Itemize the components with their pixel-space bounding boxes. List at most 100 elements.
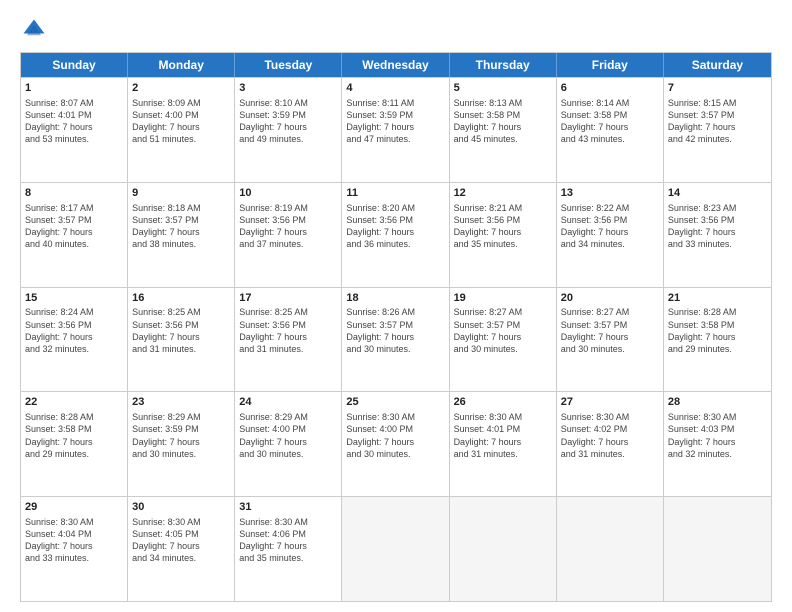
day-number: 17 (239, 291, 337, 306)
day-info-line: Sunset: 4:06 PM (239, 528, 337, 540)
calendar-cell (664, 497, 771, 601)
day-info-line: Sunrise: 8:27 AM (561, 306, 659, 318)
calendar-cell: 12Sunrise: 8:21 AMSunset: 3:56 PMDayligh… (450, 183, 557, 287)
day-number: 1 (25, 81, 123, 96)
day-info-line: Daylight: 7 hours (454, 121, 552, 133)
day-info-line: and 34 minutes. (132, 552, 230, 564)
day-info-line: Sunset: 3:56 PM (239, 214, 337, 226)
calendar-cell: 27Sunrise: 8:30 AMSunset: 4:02 PMDayligh… (557, 392, 664, 496)
day-info-line: and 49 minutes. (239, 133, 337, 145)
calendar-header-row: SundayMondayTuesdayWednesdayThursdayFrid… (21, 53, 771, 77)
calendar-week: 22Sunrise: 8:28 AMSunset: 3:58 PMDayligh… (21, 391, 771, 496)
calendar-cell (557, 497, 664, 601)
day-info-line: Daylight: 7 hours (25, 540, 123, 552)
day-info-line: Sunset: 3:56 PM (668, 214, 767, 226)
day-info-line: Sunset: 3:58 PM (454, 109, 552, 121)
day-info-line: and 36 minutes. (346, 238, 444, 250)
day-info-line: Sunrise: 8:24 AM (25, 306, 123, 318)
day-info-line: Sunset: 4:05 PM (132, 528, 230, 540)
day-info-line: Sunrise: 8:22 AM (561, 202, 659, 214)
calendar-cell: 18Sunrise: 8:26 AMSunset: 3:57 PMDayligh… (342, 288, 449, 392)
day-info-line: Daylight: 7 hours (346, 331, 444, 343)
day-info-line: Sunset: 3:56 PM (346, 214, 444, 226)
day-info-line: Sunset: 3:59 PM (239, 109, 337, 121)
calendar-header-cell: Wednesday (342, 53, 449, 77)
day-info-line: Daylight: 7 hours (454, 226, 552, 238)
day-number: 28 (668, 395, 767, 410)
calendar-cell: 2Sunrise: 8:09 AMSunset: 4:00 PMDaylight… (128, 78, 235, 182)
day-info-line: and 31 minutes. (561, 448, 659, 460)
day-info-line: and 33 minutes. (25, 552, 123, 564)
day-info-line: Sunset: 4:02 PM (561, 423, 659, 435)
day-info-line: Sunrise: 8:18 AM (132, 202, 230, 214)
day-number: 22 (25, 395, 123, 410)
day-number: 16 (132, 291, 230, 306)
calendar-cell: 15Sunrise: 8:24 AMSunset: 3:56 PMDayligh… (21, 288, 128, 392)
day-number: 11 (346, 186, 444, 201)
day-info-line: Sunset: 3:57 PM (25, 214, 123, 226)
day-number: 29 (25, 500, 123, 515)
calendar-header-cell: Monday (128, 53, 235, 77)
day-number: 31 (239, 500, 337, 515)
calendar-cell: 19Sunrise: 8:27 AMSunset: 3:57 PMDayligh… (450, 288, 557, 392)
day-info-line: Daylight: 7 hours (239, 226, 337, 238)
day-info-line: Daylight: 7 hours (25, 436, 123, 448)
day-number: 10 (239, 186, 337, 201)
calendar-header-cell: Thursday (450, 53, 557, 77)
day-number: 2 (132, 81, 230, 96)
day-info-line: Sunset: 3:56 PM (25, 319, 123, 331)
calendar-header-cell: Saturday (664, 53, 771, 77)
day-number: 12 (454, 186, 552, 201)
calendar-cell: 13Sunrise: 8:22 AMSunset: 3:56 PMDayligh… (557, 183, 664, 287)
day-info-line: Daylight: 7 hours (239, 540, 337, 552)
day-info-line: Sunrise: 8:21 AM (454, 202, 552, 214)
calendar-cell: 24Sunrise: 8:29 AMSunset: 4:00 PMDayligh… (235, 392, 342, 496)
day-info-line: Sunset: 4:00 PM (346, 423, 444, 435)
day-info-line: and 31 minutes. (454, 448, 552, 460)
day-info-line: Daylight: 7 hours (346, 226, 444, 238)
day-info-line: Daylight: 7 hours (561, 121, 659, 133)
calendar-cell: 28Sunrise: 8:30 AMSunset: 4:03 PMDayligh… (664, 392, 771, 496)
day-info-line: Sunrise: 8:30 AM (346, 411, 444, 423)
day-number: 4 (346, 81, 444, 96)
calendar-header-cell: Tuesday (235, 53, 342, 77)
day-number: 23 (132, 395, 230, 410)
page: SundayMondayTuesdayWednesdayThursdayFrid… (0, 0, 792, 612)
calendar-cell: 4Sunrise: 8:11 AMSunset: 3:59 PMDaylight… (342, 78, 449, 182)
calendar-body: 1Sunrise: 8:07 AMSunset: 4:01 PMDaylight… (21, 77, 771, 601)
day-number: 15 (25, 291, 123, 306)
day-info-line: Daylight: 7 hours (239, 436, 337, 448)
day-info-line: Daylight: 7 hours (132, 121, 230, 133)
day-info-line: Daylight: 7 hours (132, 436, 230, 448)
day-info-line: Sunset: 3:58 PM (561, 109, 659, 121)
day-info-line: and 32 minutes. (25, 343, 123, 355)
day-number: 6 (561, 81, 659, 96)
day-number: 26 (454, 395, 552, 410)
day-info-line: Sunrise: 8:17 AM (25, 202, 123, 214)
calendar-cell: 26Sunrise: 8:30 AMSunset: 4:01 PMDayligh… (450, 392, 557, 496)
day-info-line: Daylight: 7 hours (561, 436, 659, 448)
calendar-cell: 5Sunrise: 8:13 AMSunset: 3:58 PMDaylight… (450, 78, 557, 182)
calendar-cell: 29Sunrise: 8:30 AMSunset: 4:04 PMDayligh… (21, 497, 128, 601)
day-info-line: Sunrise: 8:26 AM (346, 306, 444, 318)
day-info-line: Sunrise: 8:30 AM (561, 411, 659, 423)
calendar-cell: 30Sunrise: 8:30 AMSunset: 4:05 PMDayligh… (128, 497, 235, 601)
day-info-line: Sunset: 3:56 PM (132, 319, 230, 331)
day-info-line: Sunrise: 8:29 AM (132, 411, 230, 423)
day-info-line: and 30 minutes. (346, 343, 444, 355)
day-info-line: Sunrise: 8:28 AM (25, 411, 123, 423)
day-number: 3 (239, 81, 337, 96)
day-info-line: and 47 minutes. (346, 133, 444, 145)
calendar-cell: 1Sunrise: 8:07 AMSunset: 4:01 PMDaylight… (21, 78, 128, 182)
day-number: 27 (561, 395, 659, 410)
day-info-line: Sunset: 4:01 PM (454, 423, 552, 435)
day-info-line: and 29 minutes. (668, 343, 767, 355)
day-info-line: Sunrise: 8:25 AM (132, 306, 230, 318)
day-info-line: Sunset: 3:57 PM (561, 319, 659, 331)
day-info-line: Sunset: 4:03 PM (668, 423, 767, 435)
day-info-line: Sunset: 4:00 PM (132, 109, 230, 121)
day-info-line: Sunrise: 8:29 AM (239, 411, 337, 423)
day-info-line: Daylight: 7 hours (561, 226, 659, 238)
day-info-line: Sunrise: 8:23 AM (668, 202, 767, 214)
day-info-line: and 40 minutes. (25, 238, 123, 250)
